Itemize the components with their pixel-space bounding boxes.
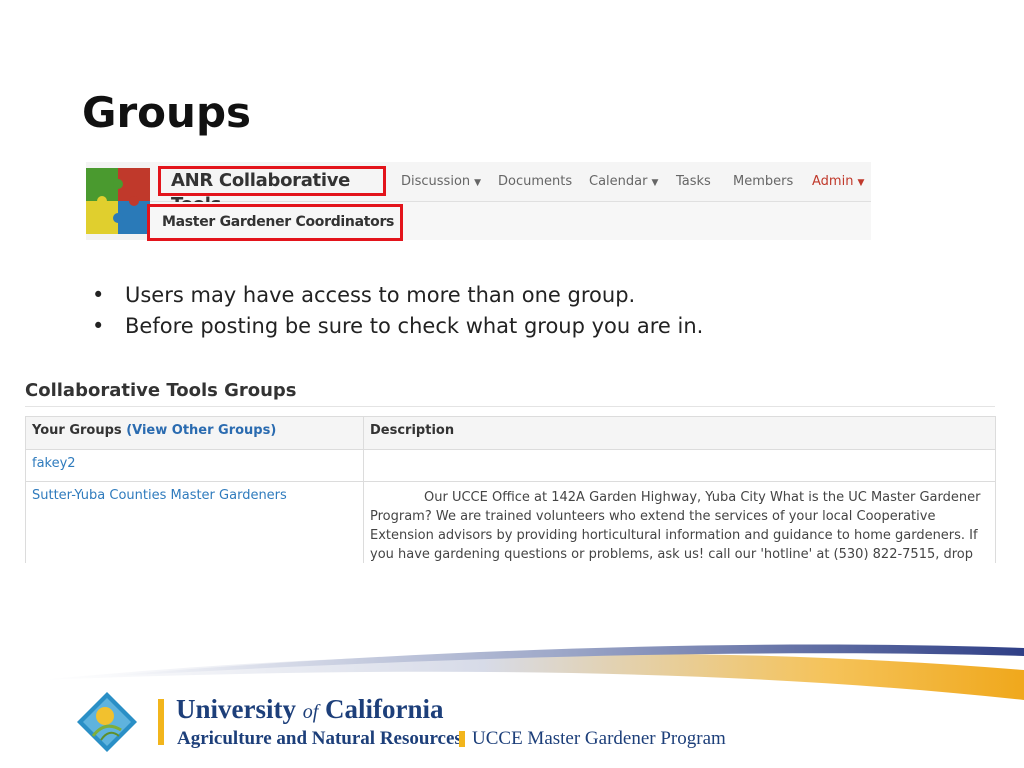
group-description: Our UCCE Office at 142A Garden Highway, … <box>363 481 996 563</box>
group-description-text: Our UCCE Office at 142A Garden Highway, … <box>370 490 981 562</box>
group-description <box>363 449 996 482</box>
mg-accent-bar <box>459 731 465 747</box>
table-row: fakey2 <box>25 449 996 482</box>
anr-logo-icon <box>77 692 137 752</box>
program-name: UCCE Master Gardener Program <box>472 728 726 749</box>
uc-california: California <box>325 694 444 724</box>
col-your-groups-label: Your Groups <box>32 423 122 438</box>
footer-swoosh-icon <box>40 644 1024 700</box>
uc-university: University <box>176 694 296 724</box>
table-row: Sutter-Yuba Counties Master Gardeners Ou… <box>25 481 996 563</box>
anr-division: Agriculture and Natural Resources <box>177 728 462 749</box>
col-your-groups: Your Groups (View Other Groups) <box>25 416 364 450</box>
uc-wordmark: University of California <box>176 694 444 725</box>
table-header-row: Your Groups (View Other Groups) Descript… <box>25 416 996 450</box>
col-description: Description <box>363 416 996 450</box>
group-link[interactable]: Sutter-Yuba Counties Master Gardeners <box>32 488 287 503</box>
view-other-groups-link[interactable]: (View Other Groups) <box>126 423 276 438</box>
group-link[interactable]: fakey2 <box>32 456 76 471</box>
uc-of: of <box>302 701 319 723</box>
uc-accent-bar <box>158 699 164 745</box>
table-clip: Your Groups (View Other Groups) Descript… <box>0 0 1024 563</box>
groups-table: Your Groups (View Other Groups) Descript… <box>25 416 996 563</box>
